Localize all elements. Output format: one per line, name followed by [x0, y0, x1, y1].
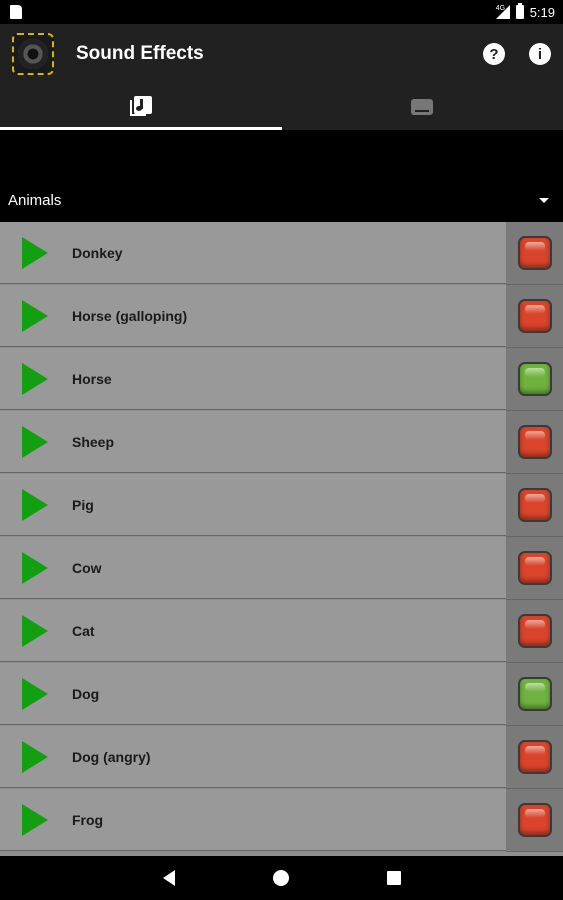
status-cell	[506, 537, 563, 600]
status-toggle-button[interactable]	[517, 299, 552, 333]
status-toggle-button[interactable]	[517, 740, 552, 774]
status-cell	[506, 600, 563, 663]
battery-icon	[515, 3, 524, 19]
clock: 5:19	[529, 4, 555, 20]
status-bar: 4G 5:19	[0, 0, 563, 24]
list-item: Horse	[0, 348, 563, 411]
list-item: Dog	[0, 663, 563, 726]
status-toggle-button[interactable]	[517, 551, 552, 585]
sound-item[interactable]: Horse (galloping)	[0, 285, 506, 347]
play-icon[interactable]	[22, 803, 48, 836]
list-item: Frog	[0, 789, 563, 852]
signal-icon: 4G	[495, 5, 510, 19]
status-toggle-button[interactable]	[517, 677, 552, 711]
music-library-icon	[129, 96, 152, 118]
sound-label: Horse (galloping)	[72, 307, 188, 324]
status-cell	[506, 222, 563, 285]
home-icon[interactable]	[272, 870, 289, 886]
play-icon[interactable]	[22, 551, 48, 584]
status-cell	[506, 285, 563, 348]
sound-label: Dog (angry)	[72, 748, 151, 765]
status-cell	[506, 411, 563, 474]
dropdown-arrow-icon	[539, 197, 549, 203]
sound-label: Sheep	[72, 433, 115, 450]
list-item: Horse (galloping)	[0, 285, 563, 348]
sound-label: Pig	[72, 496, 94, 513]
list-item: Dog (angry)	[0, 726, 563, 789]
status-toggle-button[interactable]	[517, 488, 552, 522]
status-cell	[506, 663, 563, 726]
status-cell	[506, 726, 563, 789]
back-icon[interactable]	[162, 870, 175, 886]
app-title: Sound Effects	[76, 43, 204, 64]
sound-list: Donkey Horse (galloping) Horse Sheep Pig Cow C…	[0, 222, 563, 856]
keyboard-icon	[411, 99, 434, 115]
play-icon[interactable]	[22, 299, 48, 332]
navigation-bar	[0, 856, 563, 900]
info-button[interactable]: i	[529, 43, 551, 65]
recents-icon[interactable]	[386, 871, 401, 885]
sound-item[interactable]: Sheep	[0, 411, 506, 473]
status-cell	[506, 789, 563, 852]
sound-item[interactable]: Donkey	[0, 222, 506, 284]
help-button[interactable]: ?	[483, 43, 505, 65]
sound-label: Donkey	[72, 244, 123, 261]
status-cell	[506, 348, 563, 411]
category-dropdown[interactable]: Animals	[0, 180, 563, 220]
tab-sound-list[interactable]	[0, 84, 282, 130]
play-icon[interactable]	[22, 425, 48, 458]
network-type: 4G	[495, 5, 506, 12]
tab-bar	[0, 84, 563, 130]
sound-label: Horse	[72, 370, 112, 387]
sd-card-icon	[10, 5, 22, 19]
play-icon[interactable]	[22, 740, 48, 773]
app-logo	[12, 33, 54, 75]
app-bar: Sound Effects ? i	[0, 24, 563, 84]
sound-label: Dog	[72, 685, 100, 702]
list-item: Cow	[0, 537, 563, 600]
speaker-icon	[18, 39, 48, 69]
status-toggle-button[interactable]	[517, 614, 552, 648]
play-icon[interactable]	[22, 488, 48, 521]
play-icon[interactable]	[22, 677, 48, 710]
play-icon[interactable]	[22, 236, 48, 269]
sound-item[interactable]: Dog	[0, 663, 506, 725]
sound-item[interactable]: Dog (angry)	[0, 726, 506, 788]
sound-item[interactable]: Frog	[0, 789, 506, 851]
play-icon[interactable]	[22, 362, 48, 395]
status-toggle-button[interactable]	[517, 362, 552, 396]
category-selected: Animals	[8, 191, 62, 209]
sound-item[interactable]: Cow	[0, 537, 506, 599]
status-icons: 4G 5:19	[495, 3, 555, 20]
list-item: Donkey	[0, 222, 563, 285]
sound-label: Cat	[72, 622, 95, 639]
list-item: Sheep	[0, 411, 563, 474]
play-icon[interactable]	[22, 614, 48, 647]
sound-item[interactable]: Cat	[0, 600, 506, 662]
status-cell	[506, 474, 563, 537]
status-toggle-button[interactable]	[517, 803, 552, 837]
status-toggle-button[interactable]	[517, 425, 552, 459]
list-item: Cat	[0, 600, 563, 663]
list-item: Pig	[0, 474, 563, 537]
sound-item[interactable]: Horse	[0, 348, 506, 410]
sound-label: Cow	[72, 559, 102, 576]
sound-label: Frog	[72, 811, 104, 828]
status-toggle-button[interactable]	[517, 236, 552, 270]
tab-keyboard[interactable]	[282, 84, 563, 130]
sound-item[interactable]: Pig	[0, 474, 506, 536]
